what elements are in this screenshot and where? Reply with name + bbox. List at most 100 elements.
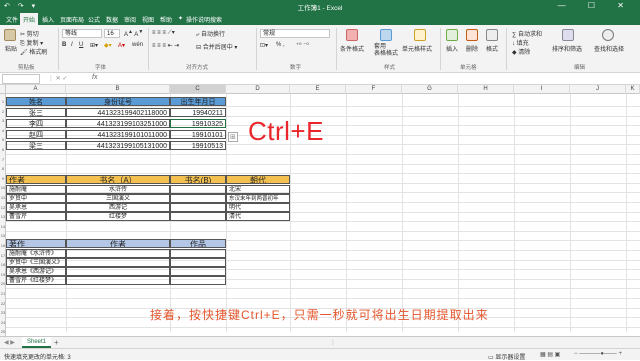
- percent-comma-buttons[interactable]: % ,: [276, 42, 285, 48]
- sheet-tab-sheet1[interactable]: Sheet1: [22, 337, 52, 348]
- formula-cancel-confirm-icons[interactable]: ⋮ ✕ ✓: [48, 75, 67, 82]
- conditional-format-button[interactable]: 条件格式: [340, 44, 364, 53]
- cut-button[interactable]: ✂ 剪切: [20, 29, 39, 38]
- name-box[interactable]: [2, 74, 40, 84]
- fill-button[interactable]: ↓ 填充: [512, 38, 529, 47]
- find-select-icon[interactable]: [602, 29, 614, 41]
- table1-cell[interactable]: 19910101: [170, 130, 226, 139]
- table2-cell[interactable]: [170, 203, 226, 212]
- tab-home[interactable]: 开始: [20, 13, 39, 25]
- table2-cell[interactable]: 红楼梦: [66, 212, 170, 221]
- sheet-nav-arrows[interactable]: ◀ ▶: [4, 339, 15, 346]
- column-header-a[interactable]: A: [6, 85, 66, 94]
- tab-insert[interactable]: 插入: [42, 15, 54, 24]
- table3-header-author[interactable]: 作者: [66, 239, 170, 248]
- table2-header-book-a[interactable]: 书名（A）: [66, 175, 170, 184]
- delete-cells-icon[interactable]: [466, 29, 478, 41]
- add-sheet-button[interactable]: +: [54, 338, 59, 347]
- currency-icon[interactable]: ⊡▾: [260, 42, 268, 49]
- tab-data[interactable]: 数据: [106, 15, 118, 24]
- border-icon[interactable]: ⊞▾: [90, 42, 98, 49]
- wrap-text-button[interactable]: ⤶ 自动换行: [196, 29, 225, 39]
- format-as-table-icon[interactable]: [380, 29, 392, 41]
- column-header-k[interactable]: K: [626, 85, 640, 94]
- table2-cell[interactable]: 吴承恩: [6, 203, 66, 212]
- table1-cell[interactable]: 赵四: [6, 130, 66, 139]
- table2-cell[interactable]: 水浒传: [66, 185, 170, 194]
- table2-cell[interactable]: 罗贯中: [6, 194, 66, 203]
- table3-header-title[interactable]: 作品: [170, 239, 226, 248]
- table1-cell[interactable]: 19910325: [170, 119, 226, 128]
- cell-styles-button[interactable]: 单元格样式: [402, 44, 432, 53]
- table3-cell[interactable]: [170, 267, 226, 276]
- row-header[interactable]: 8: [0, 164, 6, 173]
- table2-cell[interactable]: 施耐庵: [6, 185, 66, 194]
- table2-cell[interactable]: 清代: [226, 212, 290, 221]
- table1-cell[interactable]: 19940211: [170, 108, 226, 117]
- column-header-c[interactable]: C: [170, 85, 226, 94]
- fx-icon[interactable]: fx: [92, 74, 97, 81]
- sheet-scroll-options[interactable]: ⋮: [330, 339, 336, 346]
- table2-cell[interactable]: 东汉末年到两晋初年: [226, 194, 290, 203]
- table1-header-name[interactable]: 姓名: [6, 97, 66, 106]
- column-header-d[interactable]: D: [226, 85, 290, 94]
- find-select-button[interactable]: 查找和选择: [594, 44, 624, 53]
- sort-filter-icon[interactable]: [562, 29, 574, 41]
- column-header-j[interactable]: J: [570, 85, 626, 94]
- table1-cell[interactable]: 441323199101011000: [66, 130, 170, 139]
- table3-cell[interactable]: [66, 276, 170, 285]
- table3-header-work[interactable]: 著作: [6, 239, 66, 248]
- table2-header-author[interactable]: 作者: [6, 175, 66, 184]
- table2-cell[interactable]: 三国演义: [66, 194, 170, 203]
- table2-cell[interactable]: 曹雪芹: [6, 212, 66, 221]
- paste-button[interactable]: 粘贴: [5, 44, 17, 53]
- underline-button[interactable]: U: [79, 42, 83, 48]
- table2-cell[interactable]: 北宋: [226, 185, 290, 194]
- column-header-i[interactable]: I: [514, 85, 570, 94]
- font-size-select[interactable]: 16: [104, 29, 120, 38]
- table3-cell[interactable]: [170, 276, 226, 285]
- format-painter-button[interactable]: 🖌 格式刷: [20, 47, 47, 56]
- table3-cell[interactable]: [170, 249, 226, 258]
- tab-view[interactable]: 视图: [142, 15, 154, 24]
- table1-cell[interactable]: 李四: [6, 119, 66, 128]
- table2-cell[interactable]: [170, 212, 226, 221]
- table1-cell[interactable]: 梁三: [6, 141, 66, 150]
- column-header-f[interactable]: F: [346, 85, 402, 94]
- number-format-select[interactable]: 常规: [260, 29, 330, 38]
- align-horizontal-icons[interactable]: ≡ ≡ ≡ ⇤ ⇥: [152, 42, 179, 49]
- window-controls[interactable]: — ☐ ✕: [558, 1, 634, 10]
- merge-center-button[interactable]: ⊟ 合并后居中 ▾: [196, 42, 237, 51]
- cell-styles-icon[interactable]: [414, 29, 426, 41]
- table1-cell[interactable]: 441323199402118000: [66, 108, 170, 117]
- tell-me-search[interactable]: 操作说明搜索: [186, 15, 222, 24]
- row-header[interactable]: 24: [0, 318, 6, 327]
- tab-file[interactable]: 文件: [6, 15, 18, 24]
- clear-button[interactable]: ◆ 清除: [512, 47, 530, 56]
- row-header[interactable]: 7: [0, 155, 6, 164]
- bold-button[interactable]: B: [62, 42, 66, 48]
- insert-cells-button[interactable]: 插入: [446, 44, 458, 53]
- tab-help[interactable]: 帮助: [160, 15, 172, 24]
- flash-fill-options-icon[interactable]: ⊞: [228, 132, 238, 142]
- zoom-slider[interactable]: − ─────●─── +: [574, 351, 622, 357]
- tab-page-layout[interactable]: 页面布局: [60, 15, 84, 24]
- font-grow-shrink-icon[interactable]: A▲ A▼: [124, 29, 143, 38]
- table3-cell[interactable]: [66, 258, 170, 267]
- table2-cell[interactable]: [170, 194, 226, 203]
- paste-icon[interactable]: [4, 29, 16, 41]
- font-name-select[interactable]: 等线: [62, 29, 102, 38]
- table2-cell[interactable]: [170, 185, 226, 194]
- fill-color-icon[interactable]: ◆▾: [104, 42, 112, 49]
- table1-cell[interactable]: 441323199105131000: [66, 141, 170, 150]
- italic-button[interactable]: I: [71, 42, 73, 48]
- row-header[interactable]: 14: [0, 222, 6, 231]
- column-header-h[interactable]: H: [458, 85, 514, 94]
- column-header-e[interactable]: E: [290, 85, 346, 94]
- table1-header-id[interactable]: 身份证号: [66, 97, 170, 106]
- align-top-icons[interactable]: ≡ ≡ ≡ ⟋▾: [152, 29, 175, 37]
- table1-cell[interactable]: 441323199103251000: [66, 119, 170, 128]
- decimal-adjust-icons[interactable]: ⁺⁰ ⁻⁰: [296, 42, 309, 49]
- table1-cell[interactable]: 张三: [6, 108, 66, 117]
- format-cells-button[interactable]: 格式: [486, 44, 498, 53]
